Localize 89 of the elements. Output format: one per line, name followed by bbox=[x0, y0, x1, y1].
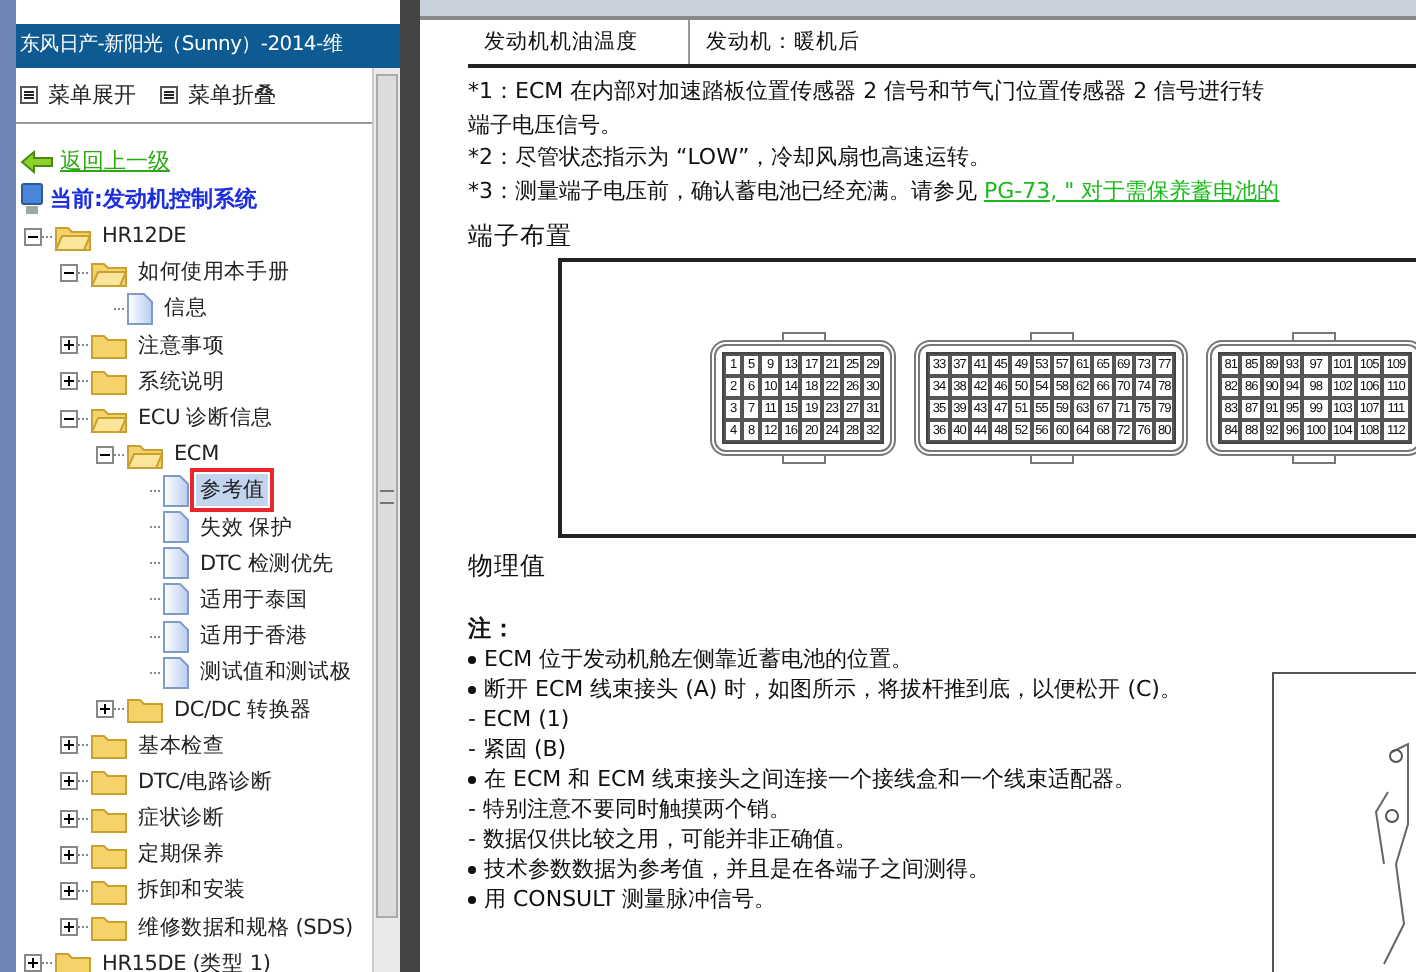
folder-icon bbox=[90, 839, 128, 870]
tree-item[interactable]: 适用于泰国 bbox=[196, 583, 313, 616]
collapse-icon[interactable] bbox=[60, 409, 78, 428]
note-text: 端子电压信号。 bbox=[468, 109, 624, 141]
folder-icon bbox=[90, 875, 128, 906]
tree-item[interactable]: DC/DC 转换器 bbox=[170, 693, 316, 726]
page-icon bbox=[126, 291, 154, 326]
collapse-icon[interactable] bbox=[60, 263, 78, 282]
bullet-icon bbox=[468, 895, 476, 903]
tree-item[interactable]: 如何使用本手册 bbox=[134, 256, 294, 289]
page-icon bbox=[162, 655, 190, 690]
expand-icon[interactable] bbox=[60, 845, 78, 864]
list-text: 用 CONSULT 测量脉冲信号。 bbox=[484, 884, 776, 914]
folder-icon bbox=[54, 948, 92, 972]
expand-icon[interactable] bbox=[60, 336, 78, 355]
bullet-icon bbox=[468, 685, 476, 693]
section-heading: 物理值 bbox=[468, 550, 548, 584]
list-text: - 紧固 (B) bbox=[468, 734, 567, 764]
expand-icon[interactable] bbox=[24, 954, 42, 972]
tree-item[interactable]: 症状诊断 bbox=[134, 802, 229, 835]
folder-icon bbox=[54, 221, 92, 252]
tree-item[interactable]: 基本检查 bbox=[134, 729, 229, 762]
collapse-icon[interactable] bbox=[24, 227, 42, 246]
expand-icon[interactable] bbox=[60, 881, 78, 900]
menu-button[interactable]: 菜单折叠 bbox=[160, 80, 276, 110]
tree-item[interactable]: 失效 保护 bbox=[196, 511, 297, 544]
tree-item[interactable]: 系统说明 bbox=[134, 365, 229, 398]
note-heading: 注： bbox=[468, 612, 518, 644]
list-text: - ECM (1) bbox=[468, 704, 570, 734]
tree-item[interactable]: 测试值和测试极 bbox=[196, 656, 356, 689]
tree-item[interactable]: HR12DE bbox=[98, 222, 191, 251]
folder-icon bbox=[90, 330, 128, 361]
tree-item[interactable]: DTC/电路诊断 bbox=[134, 765, 277, 798]
expand-icon[interactable] bbox=[60, 372, 78, 391]
collapse-icon[interactable] bbox=[96, 445, 114, 464]
list-text: - 数据仅供比较之用，可能并非正确值。 bbox=[468, 824, 857, 854]
list-text: - 特别注意不要同时触摸两个销。 bbox=[468, 794, 791, 824]
table-cell: 发动机机油温度 bbox=[468, 20, 690, 64]
note-text: *1：ECM 在内部对加速踏板位置传感器 2 信号和节气门位置传感器 2 信号进行转 bbox=[468, 76, 1267, 108]
tree-item[interactable]: 维修数据和规格 (SDS) bbox=[134, 911, 357, 944]
tree-item[interactable]: 定期保养 bbox=[134, 838, 229, 871]
tree-item[interactable]: DTC 检测优先 bbox=[196, 547, 338, 580]
computer-icon bbox=[20, 182, 44, 216]
expand-icon[interactable] bbox=[60, 918, 78, 937]
folder-icon bbox=[90, 730, 128, 761]
folder-icon bbox=[90, 257, 128, 288]
expand-icon[interactable] bbox=[60, 772, 78, 791]
list-text: 在 ECM 和 ECM 线束接头之间连接一个接线盒和一个线束适配器。 bbox=[484, 764, 1137, 794]
bullet-icon bbox=[468, 775, 476, 783]
back-arrow-icon bbox=[20, 149, 54, 173]
page-icon bbox=[162, 582, 190, 617]
tree-item[interactable]: 参考值 bbox=[196, 474, 269, 507]
list-icon bbox=[20, 86, 38, 104]
page-icon bbox=[162, 546, 190, 581]
scrollbar[interactable] bbox=[372, 68, 400, 972]
bullet-icon bbox=[468, 655, 476, 663]
scroll-thumb[interactable] bbox=[376, 74, 398, 918]
expand-icon[interactable] bbox=[60, 736, 78, 755]
folder-icon bbox=[126, 694, 164, 725]
expand-icon[interactable] bbox=[96, 700, 114, 719]
folder-icon bbox=[90, 912, 128, 943]
expand-icon[interactable] bbox=[60, 809, 78, 828]
tree-item[interactable]: 信息 bbox=[160, 292, 212, 325]
tree-item[interactable]: ECM bbox=[170, 440, 223, 469]
table-cell-text: 发动机：暖机后 bbox=[704, 28, 862, 58]
page-icon bbox=[162, 619, 190, 654]
tree-item[interactable]: 拆卸和安装 bbox=[134, 874, 251, 907]
current-location: 当前:发动机控制系统 bbox=[50, 184, 257, 214]
list-text: 技术参数数据为参考值，并且是在各端子之间测得。 bbox=[484, 854, 990, 884]
folder-icon bbox=[126, 439, 164, 470]
list-icon bbox=[160, 86, 178, 104]
tree-item[interactable]: HR15DE (类型 1) bbox=[98, 947, 275, 972]
menu-button[interactable]: 菜单展开 bbox=[20, 80, 136, 110]
folder-icon bbox=[90, 803, 128, 834]
section-heading: 端子布置 bbox=[468, 220, 574, 254]
note-text: *2：尽管状态指示为 “LOW”，冷却风扇也高速运转。 bbox=[468, 142, 994, 174]
tree-item[interactable]: 注意事项 bbox=[134, 329, 229, 362]
page-icon bbox=[162, 510, 190, 545]
panel-title: 东风日产-新阳光（Sunny）-2014-维 bbox=[16, 24, 400, 68]
note-text: *3：测量端子电压前，确认蓄电池已经充满。请参见 PG-73, " 对于需保养蓄电池的 bbox=[468, 175, 1282, 207]
page-icon bbox=[162, 473, 190, 508]
folder-icon bbox=[90, 366, 128, 397]
bullet-icon bbox=[468, 865, 476, 873]
tree-item[interactable]: 适用于香港 bbox=[196, 620, 313, 653]
tree-item[interactable]: ECU 诊断信息 bbox=[134, 402, 277, 435]
list-text: 断开 ECM 线束接头 (A) 时，如图所示，将拔杆推到底，以便松开 (C)。 bbox=[484, 674, 1182, 704]
list-text: ECM 位于发动机舱左侧靠近蓄电池的位置。 bbox=[484, 644, 914, 674]
folder-icon bbox=[90, 403, 128, 434]
folder-icon bbox=[90, 766, 128, 797]
